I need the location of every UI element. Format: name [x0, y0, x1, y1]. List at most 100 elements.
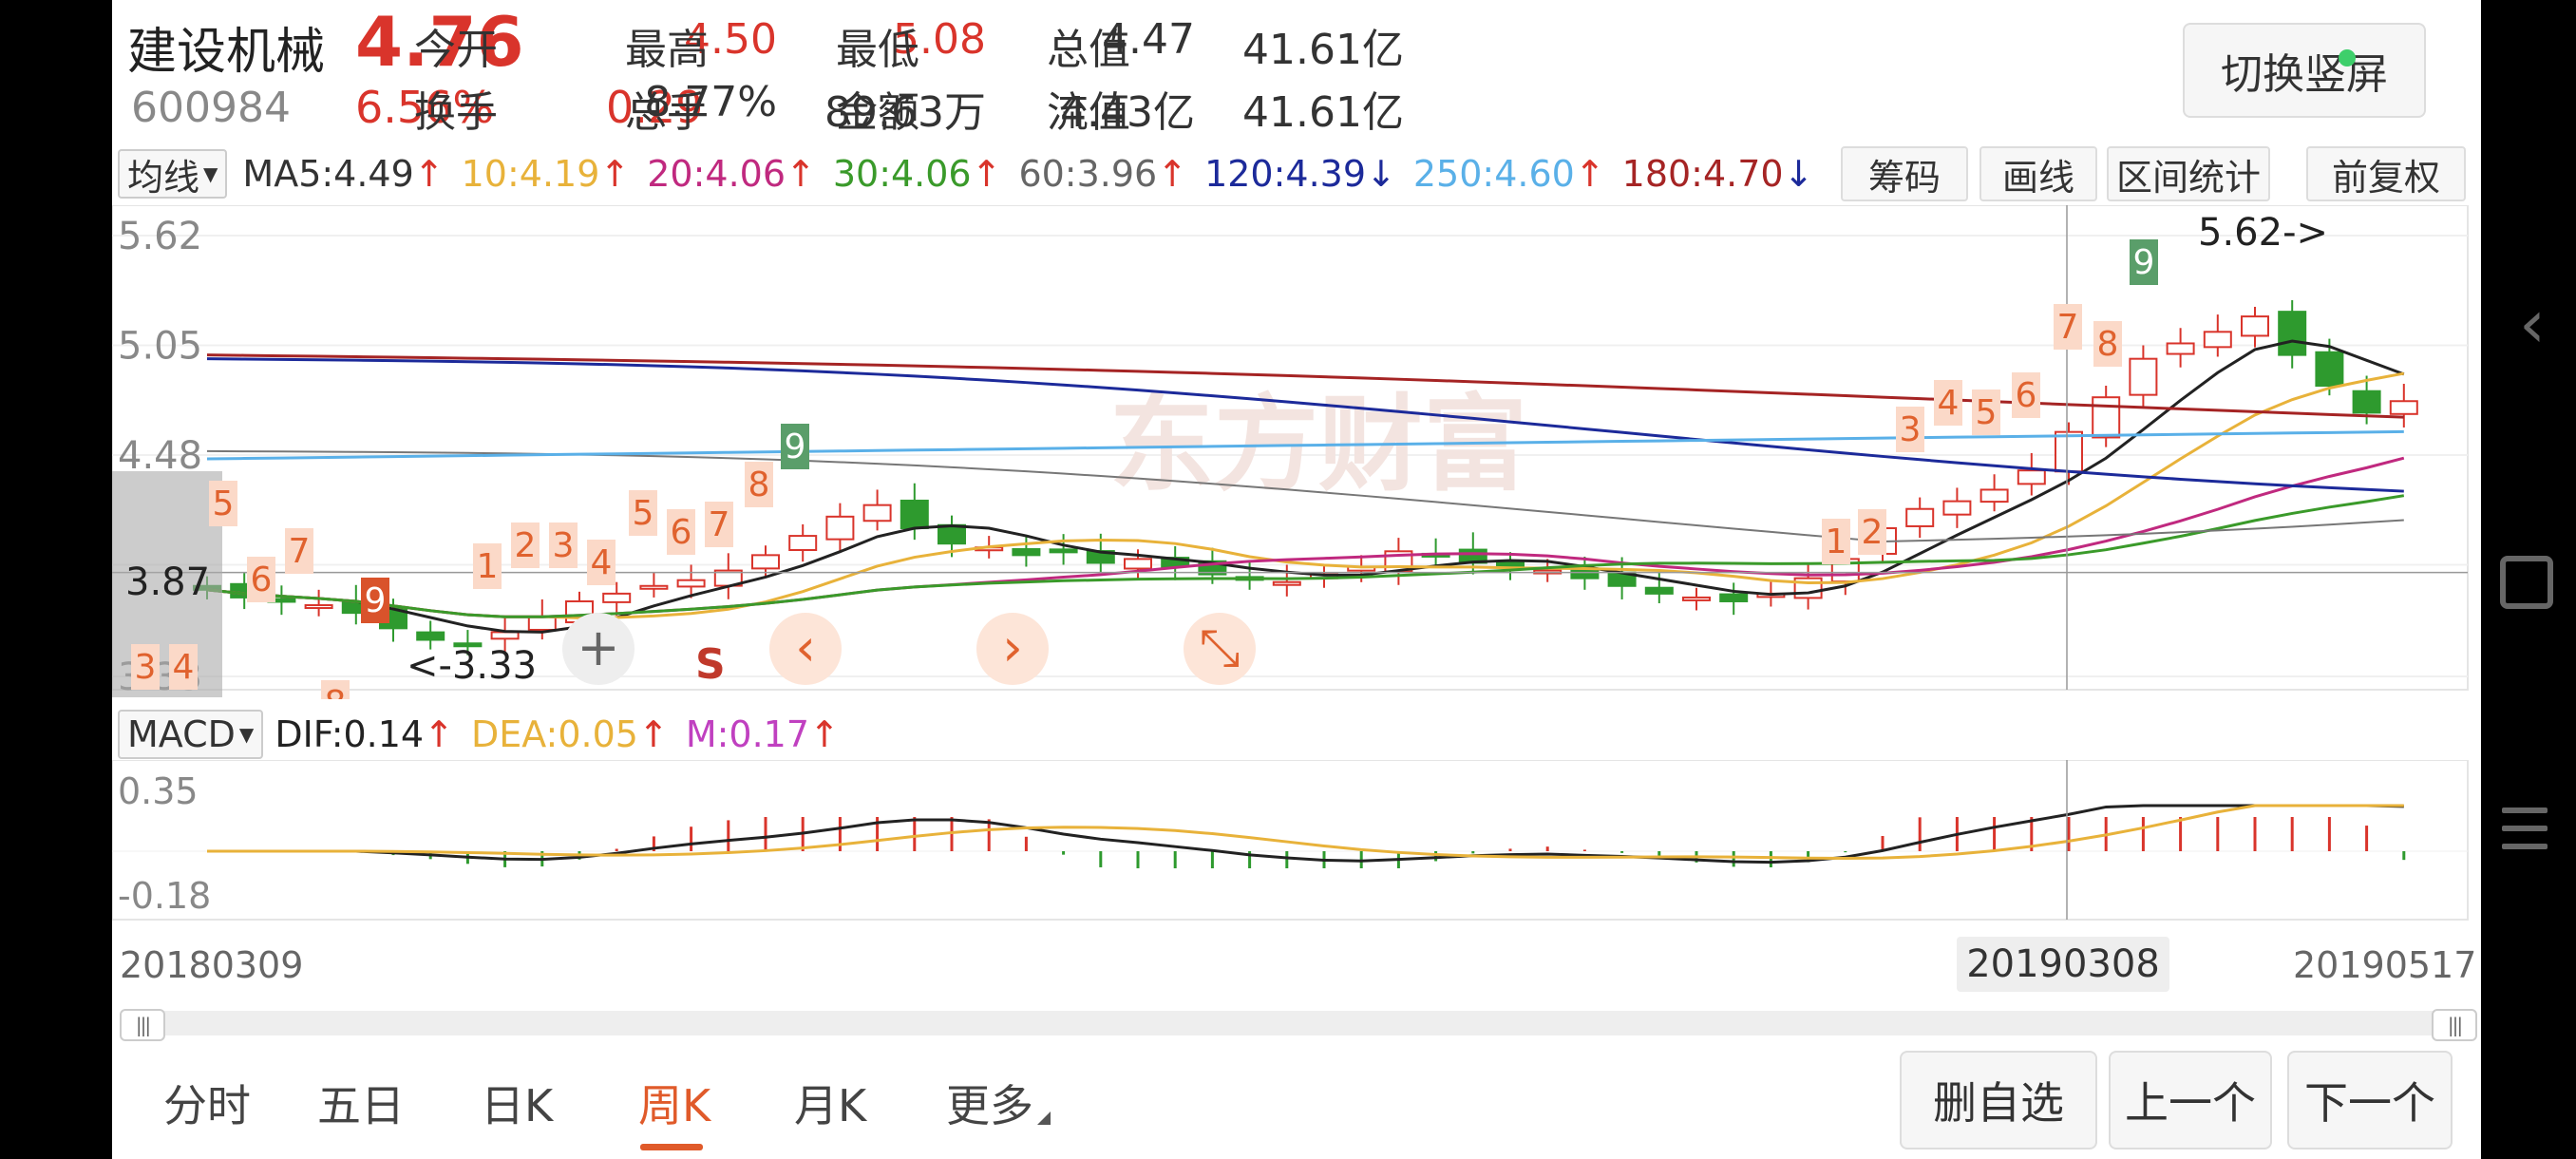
td-count: 5: [1976, 393, 1998, 432]
kline-chart[interactable]: 东方财富5.625.054.483.333.875.62-><-3.33S567…: [112, 205, 2481, 699]
td-count: 4: [591, 543, 613, 582]
range-handle-right[interactable]: |||: [2432, 1009, 2477, 1041]
ma-value: 250:4.60↑: [1413, 153, 1605, 195]
period-tab[interactable]: 五日: [317, 1072, 405, 1134]
candle-body: [1570, 569, 1600, 580]
ma-legend-bar: 均线 ▼ MA5:4.49↑ 10:4.19↑ 20:4.06↑ 30:4.06↑ 60:…: [118, 148, 1830, 200]
date-end: 20190517: [2293, 944, 2477, 986]
td-count: 8: [325, 684, 347, 699]
switch-portrait-button[interactable]: 切换竖屏: [2183, 23, 2426, 118]
candle-body: [2278, 311, 2307, 356]
chart-tool-button[interactable]: 区间统计: [2107, 146, 2270, 201]
period-tab[interactable]: 周K: [638, 1072, 710, 1134]
candle-body: [602, 592, 632, 603]
candle-body: [639, 584, 669, 590]
ma-value-text: 180:4.70: [1621, 153, 1784, 195]
candle-body: [2166, 342, 2195, 355]
td-count: 3: [1900, 410, 1922, 449]
macd-axis-label: 0.35: [118, 770, 199, 812]
quote-label: 最高: [625, 26, 709, 74]
macd-trend-arrow-icon: ↑: [424, 713, 454, 755]
td-count: 4: [1938, 384, 1960, 423]
period-tab[interactable]: 日K: [481, 1072, 553, 1134]
candle-body: [1012, 548, 1041, 557]
td-count: 1: [1826, 522, 1847, 561]
bottom-action-button[interactable]: 删自选: [1900, 1051, 2097, 1150]
ma-selector[interactable]: 均线 ▼: [118, 149, 228, 199]
candle-body: [304, 604, 333, 610]
ma-items: MA5:4.49↑ 10:4.19↑ 20:4.06↑ 30:4.06↑ 60:3.96…: [242, 153, 1830, 195]
candle-body: [1049, 548, 1078, 554]
sell-signal: S: [695, 640, 726, 689]
candle-body: [416, 631, 445, 641]
candle-body: [2241, 315, 2269, 337]
chart-tool-button[interactable]: 画线: [1979, 146, 2097, 201]
td-count: 5: [213, 484, 235, 523]
ma-value: 30:4.06↑: [833, 153, 1002, 195]
td-count: 9: [365, 581, 387, 620]
td-count: 8: [2097, 325, 2119, 364]
chart-tool-button[interactable]: 前复权: [2306, 146, 2466, 201]
more-caret-icon: [1037, 1112, 1051, 1125]
home-nav-icon[interactable]: [2500, 556, 2553, 609]
td-count: 1: [477, 547, 499, 586]
ma-value-text: 30:4.06: [832, 153, 972, 195]
td-count: 5: [633, 494, 654, 533]
macd-items: DIF:0.14↑ DEA:0.05↑ M:0.17↑: [275, 713, 857, 755]
td-count: 4: [173, 648, 195, 687]
period-tab[interactable]: 分时: [163, 1072, 251, 1134]
td-count: 9: [2133, 243, 2155, 282]
range-handle-left[interactable]: |||: [120, 1009, 165, 1041]
macd-value-text: M:0.17: [685, 713, 810, 755]
high-marker: 5.62->: [2198, 211, 2328, 255]
candle-body: [938, 523, 966, 545]
date-start: 20180309: [120, 944, 304, 986]
stock-code: 600984: [131, 84, 291, 132]
bottom-action-button[interactable]: 上一个: [2109, 1051, 2272, 1150]
collapse-icon-glyph: ⤡: [1199, 618, 1240, 677]
td-count: 2: [1862, 513, 1884, 552]
macd-trend-arrow-icon: ↑: [809, 713, 840, 755]
candle-body: [2129, 357, 2158, 396]
candle-body: [2055, 430, 2083, 473]
price-axis-label: 5.05: [118, 324, 202, 368]
ma-value-text: MA5:4.49: [242, 153, 414, 195]
bottom-action-button[interactable]: 下一个: [2287, 1051, 2453, 1150]
candle-body: [1496, 560, 1525, 568]
ma-value: 10:4.19↑: [462, 153, 631, 195]
ma-value-text: 60:3.96: [1018, 153, 1158, 195]
ma-value-text: 20:4.06: [647, 153, 786, 195]
td-count: 3: [135, 648, 157, 687]
ma-trend-arrow-icon: ↓: [1366, 153, 1396, 195]
menu-nav-icon[interactable]: [2502, 808, 2548, 862]
candle-body: [1719, 593, 1749, 602]
indicator-selector[interactable]: MACD ▼: [118, 710, 264, 759]
td-count: 6: [2016, 376, 2037, 415]
ma-value: MA5:4.49↑: [242, 153, 444, 195]
quote-label: 流值: [1047, 88, 1130, 137]
macd-value: DEA:0.05↑: [471, 713, 669, 755]
stock-name: 建设机械: [127, 24, 326, 81]
candle-body: [2315, 351, 2344, 388]
td-count: 2: [515, 526, 537, 565]
macd-value-text: DEA:0.05: [470, 713, 638, 755]
candle-body: [1682, 596, 1711, 601]
price-axis-label: 5.62: [118, 215, 202, 258]
period-tab[interactable]: 月K: [794, 1072, 866, 1134]
candle-body: [490, 631, 520, 640]
candle-body: [2017, 469, 2046, 485]
macd-chart[interactable]: 0.35 -0.18: [112, 760, 2481, 931]
candle-body: [751, 554, 780, 570]
macd-axis-label: -0.18: [118, 875, 211, 917]
back-nav-icon[interactable]: ‹: [2519, 285, 2546, 363]
td-count: 7: [709, 505, 730, 544]
range-scrollbar[interactable]: [122, 1011, 2472, 1036]
td-count: 9: [785, 428, 806, 466]
ma-value: 20:4.06↑: [647, 153, 816, 195]
quote-label: 金额: [836, 88, 919, 137]
low-marker: <-3.33: [407, 644, 537, 688]
period-tab[interactable]: 更多: [946, 1072, 1033, 1134]
chart-tool-button[interactable]: 筹码: [1841, 146, 1968, 201]
chevron-right-icon-glyph: ›: [1002, 618, 1023, 677]
td-count: 7: [289, 532, 311, 571]
